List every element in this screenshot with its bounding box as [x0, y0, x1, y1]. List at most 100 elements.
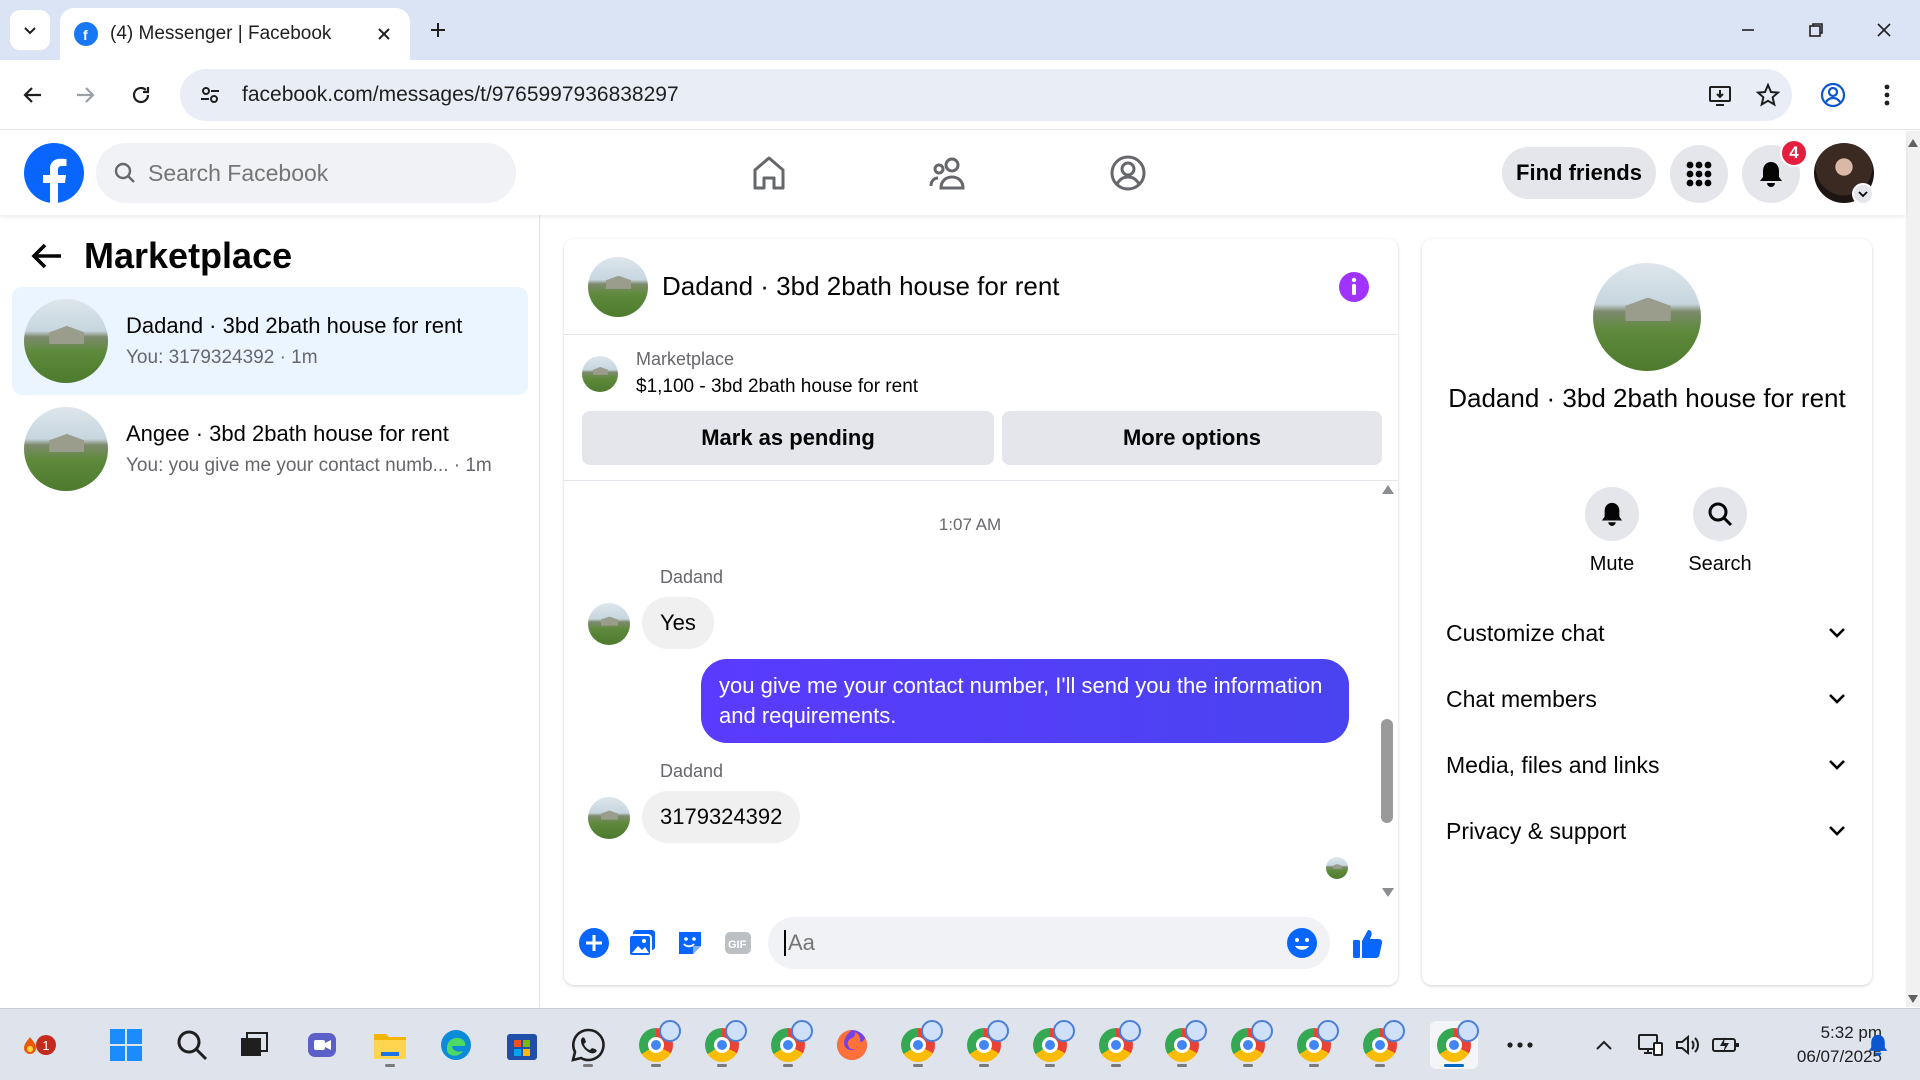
taskbar-chrome-window[interactable]	[698, 1020, 747, 1069]
taskbar-chrome-window-active[interactable]	[1430, 1020, 1479, 1069]
menu-grid-button[interactable]	[1670, 145, 1728, 203]
new-tab-button[interactable]	[422, 14, 454, 46]
restore-button[interactable]	[1792, 10, 1840, 50]
taskbar-chrome-window[interactable]	[1158, 1020, 1207, 1069]
scroll-thumb[interactable]	[1381, 719, 1393, 823]
search-in-conversation-action[interactable]: Search	[1675, 487, 1765, 576]
facebook-search-box[interactable]	[96, 143, 516, 203]
task-view-icon	[241, 1032, 268, 1056]
taskbar-chrome-window[interactable]	[1290, 1020, 1339, 1069]
taskbar-chrome-window[interactable]	[764, 1020, 813, 1069]
minimize-button[interactable]	[1724, 10, 1772, 50]
mark-as-pending-button[interactable]: Mark as pending	[582, 411, 994, 465]
taskbar-chrome-window[interactable]	[1026, 1020, 1075, 1069]
taskbar-chrome-window[interactable]	[1092, 1020, 1141, 1069]
sidebar-back-button[interactable]	[24, 233, 70, 279]
page-scroll-down-arrow-icon[interactable]	[1908, 995, 1918, 1003]
tray-notifications[interactable]	[1862, 1029, 1894, 1061]
conversation-item[interactable]: Angee · 3bd 2bath house for rent You: yo…	[12, 395, 528, 503]
taskbar-overflow[interactable]	[1496, 1021, 1544, 1069]
chat-members-section[interactable]: Chat members	[1446, 673, 1856, 725]
privacy-support-section[interactable]: Privacy & support	[1446, 805, 1856, 857]
sender-avatar[interactable]	[588, 797, 630, 839]
attach-photo-button[interactable]	[622, 923, 662, 963]
message-bubble-outgoing[interactable]: you give me your contact number, I'll se…	[701, 659, 1349, 743]
home-icon	[753, 156, 785, 190]
gif-button[interactable]: GIF	[718, 923, 758, 963]
tray-battery[interactable]	[1710, 1029, 1742, 1061]
taskbar-task-view[interactable]	[230, 1021, 278, 1069]
message-bubble-incoming[interactable]: Yes	[642, 597, 714, 649]
taskbar-firefox[interactable]	[828, 1021, 876, 1069]
chrome-icon	[1363, 1020, 1405, 1062]
taskbar-chrome-window[interactable]	[1224, 1020, 1273, 1069]
profile-button[interactable]	[1814, 76, 1852, 114]
emoji-button[interactable]	[1282, 923, 1322, 963]
tray-network[interactable]	[1634, 1029, 1666, 1061]
taskbar-whatsapp[interactable]	[564, 1021, 612, 1069]
sender-avatar[interactable]	[588, 603, 630, 645]
more-options-button[interactable]: More options	[1002, 411, 1382, 465]
nav-friends[interactable]	[924, 149, 972, 197]
page-scroll-up-arrow-icon[interactable]	[1908, 139, 1918, 147]
like-button[interactable]	[1348, 923, 1388, 963]
forward-button[interactable]	[66, 76, 104, 114]
taskbar-store[interactable]	[498, 1021, 546, 1069]
tray-show-hidden[interactable]	[1588, 1029, 1620, 1061]
info-avatar[interactable]	[1593, 263, 1701, 371]
listing-thumbnail[interactable]	[582, 355, 618, 392]
taskbar-chrome-window[interactable]	[894, 1020, 943, 1069]
close-window-button[interactable]	[1860, 10, 1908, 50]
taskbar-chrome-window[interactable]	[1356, 1020, 1405, 1069]
grid-menu-icon	[1686, 161, 1712, 187]
taskbar-edge[interactable]	[432, 1021, 480, 1069]
listing-title[interactable]: $1,100 - 3bd 2bath house for rent	[636, 376, 918, 398]
customize-chat-section[interactable]: Customize chat	[1446, 607, 1856, 659]
tab-close-button[interactable]	[372, 22, 396, 46]
address-bar[interactable]: facebook.com/messages/t/9765997936838297	[180, 69, 1792, 121]
facebook-logo-icon[interactable]	[24, 143, 84, 203]
tab-search-button[interactable]	[10, 10, 50, 50]
taskbar-file-explorer[interactable]	[366, 1021, 414, 1069]
url-text[interactable]: facebook.com/messages/t/9765997936838297	[242, 83, 1696, 107]
taskbar-chrome-window[interactable]	[632, 1020, 681, 1069]
bookmark-button[interactable]	[1744, 71, 1792, 119]
chat-avatar[interactable]	[588, 256, 648, 317]
conversation-info-button[interactable]	[1334, 267, 1374, 307]
nav-profile[interactable]	[1104, 149, 1152, 197]
account-caret[interactable]	[1852, 183, 1874, 205]
more-actions-button[interactable]	[574, 923, 614, 963]
taskbar-search[interactable]	[168, 1021, 216, 1069]
emoji-icon	[1287, 928, 1317, 958]
taskbar-chrome-window[interactable]	[960, 1020, 1009, 1069]
install-app-button[interactable]	[1696, 71, 1744, 119]
back-button[interactable]	[14, 76, 52, 114]
facebook-search-input[interactable]	[148, 159, 468, 187]
sticker-button[interactable]	[670, 923, 710, 963]
message-bubble-incoming[interactable]: 3179324392	[642, 791, 801, 843]
scroll-down-arrow-icon[interactable]	[1382, 888, 1394, 897]
message-input[interactable]	[784, 930, 1282, 956]
taskbar-start[interactable]	[102, 1021, 150, 1069]
site-info-button[interactable]	[184, 69, 236, 121]
page-scrollbar[interactable]	[1906, 131, 1920, 1007]
browser-menu-button[interactable]	[1868, 76, 1906, 114]
taskbar-weather[interactable]: 1	[6, 1021, 56, 1069]
tray-volume[interactable]	[1672, 1029, 1704, 1061]
chat-title[interactable]: Dadand · 3bd 2bath house for rent	[662, 271, 1334, 302]
browser-tab-messenger[interactable]: f (4) Messenger | Facebook	[60, 8, 410, 60]
taskbar-meet[interactable]	[298, 1021, 346, 1069]
search-label: Search	[1688, 553, 1752, 575]
folder-icon	[374, 1034, 406, 1059]
media-files-links-section[interactable]: Media, files and links	[1446, 739, 1856, 791]
conversation-item[interactable]: Dadand · 3bd 2bath house for rent You: 3…	[12, 287, 528, 395]
find-friends-button[interactable]: Find friends	[1502, 147, 1656, 199]
message-scrollbar[interactable]	[1376, 481, 1398, 897]
mute-action[interactable]: Mute	[1567, 487, 1657, 576]
nav-home[interactable]	[745, 149, 793, 197]
search-icon	[177, 1030, 208, 1061]
scroll-up-arrow-icon[interactable]	[1382, 485, 1394, 494]
reload-button[interactable]	[122, 76, 160, 114]
message-input-wrapper[interactable]	[768, 917, 1330, 969]
message-sender: Dadand	[660, 761, 724, 781]
